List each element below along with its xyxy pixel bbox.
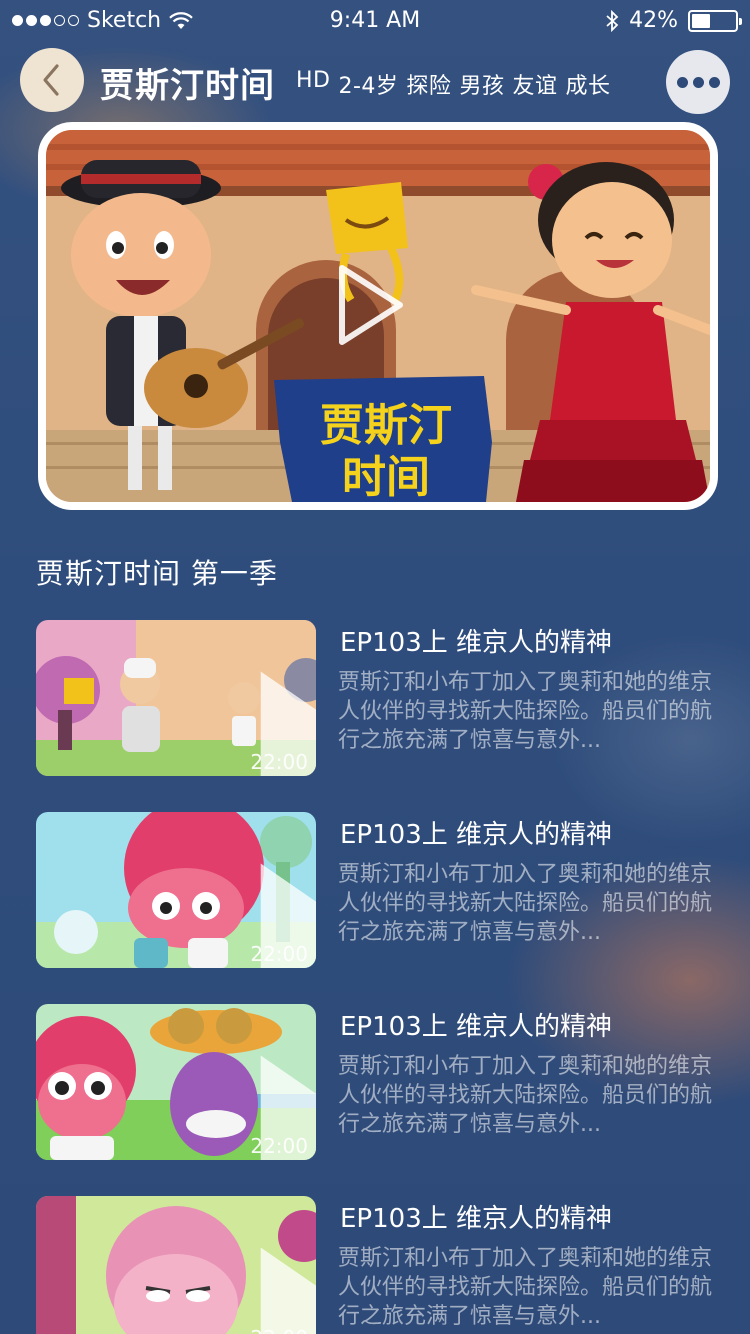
episode-duration: 22:00 (250, 1134, 308, 1158)
episode-title: EP103上 维京人的精神 (340, 628, 612, 658)
episode-thumbnail[interactable]: 22:00 (36, 812, 316, 968)
status-bar: Sketch 9:41 AM 42% (0, 0, 750, 40)
episode-description: 贾斯汀和小布丁加入了奥莉和她的维京人伙伴的寻找新大陆探险。船员们的航行之旅充满了… (338, 1246, 713, 1329)
more-dot (708, 76, 720, 88)
episode-thumbnail[interactable]: 22:00 (36, 620, 316, 776)
episode-item[interactable]: 22:00 EP103上 维京人的精神 贾斯汀和小布丁加入了奥莉和她的维京人伙伴… (36, 1196, 716, 1334)
tag-age: 2-4岁 (338, 74, 399, 99)
status-right: 42% (605, 8, 742, 33)
episode-title: EP103上 维京人的精神 (340, 820, 612, 850)
battery-fill (692, 13, 710, 28)
battery-percent: 42% (629, 8, 678, 33)
tag-adventure: 探险 (406, 74, 452, 99)
episode-description: 贾斯汀和小布丁加入了奥莉和她的维京人伙伴的寻找新大陆探险。船员们的航行之旅充满了… (338, 670, 713, 753)
episode-item[interactable]: 22:00 EP103上 维京人的精神 贾斯汀和小布丁加入了奥莉和她的维京人伙伴… (36, 1004, 716, 1160)
battery-icon (688, 9, 742, 32)
more-dot (676, 76, 688, 88)
episode-duration: 22:00 (250, 1326, 308, 1334)
tag-growth: 成长 (565, 74, 611, 99)
episode-description: 贾斯汀和小布丁加入了奥莉和她的维京人伙伴的寻找新大陆探险。船员们的航行之旅充满了… (338, 1054, 713, 1137)
hero-logo-line2: 时间 (342, 452, 430, 502)
chevron-left-icon (43, 64, 59, 96)
tag-hd: HD (296, 68, 331, 93)
episode-thumbnail[interactable]: 22:00 (36, 1004, 316, 1160)
episode-duration: 22:00 (250, 942, 308, 966)
episode-title: EP103上 维京人的精神 (340, 1012, 612, 1042)
tag-boys: 男孩 (459, 74, 505, 99)
play-icon (260, 1247, 316, 1334)
tag-friendship: 友谊 (512, 74, 558, 99)
hero-video-player[interactable]: 贾斯汀 时间 (38, 122, 718, 510)
more-dot (692, 76, 704, 88)
hero-logo-line1: 贾斯汀 (320, 400, 452, 451)
episode-thumbnail[interactable]: 22:00 (36, 1196, 316, 1334)
more-button[interactable] (666, 50, 730, 114)
page-title: 贾斯汀时间 (100, 66, 275, 106)
season-title: 贾斯汀时间 第一季 (36, 557, 278, 590)
episode-duration: 22:00 (250, 750, 308, 774)
episode-item[interactable]: 22:00 EP103上 维京人的精神 贾斯汀和小布丁加入了奥莉和她的维京人伙伴… (36, 812, 716, 968)
tag-list: HD 2-4岁 探险 男孩 友谊 成长 (296, 68, 610, 100)
play-icon[interactable] (336, 262, 408, 348)
episode-description: 贾斯汀和小布丁加入了奥莉和她的维京人伙伴的寻找新大陆探险。船员们的航行之旅充满了… (338, 862, 713, 945)
episode-item[interactable]: 22:00 EP103上 维京人的精神 贾斯汀和小布丁加入了奥莉和她的维京人伙伴… (36, 620, 716, 776)
bluetooth-icon (606, 9, 619, 32)
episode-title: EP103上 维京人的精神 (340, 1204, 612, 1234)
header: 贾斯汀时间 HD 2-4岁 探险 男孩 友谊 成长 (0, 48, 750, 114)
back-button[interactable] (20, 48, 84, 112)
